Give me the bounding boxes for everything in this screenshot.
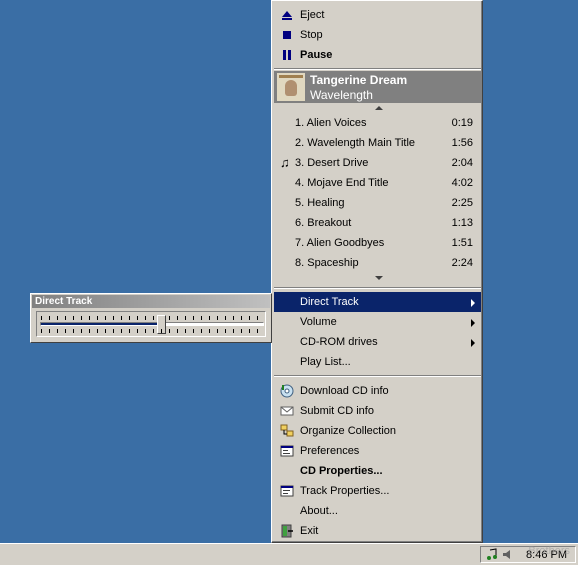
track-name: 2. Wavelength Main Title: [295, 137, 416, 149]
track-item[interactable]: 1. Alien Voices 0:19: [274, 113, 481, 133]
eject-menu-item[interactable]: Eject: [274, 5, 481, 25]
slider-ticks: [41, 316, 263, 320]
track-duration: 1:51: [451, 237, 473, 249]
track-item[interactable]: 6. Breakout 1:13: [274, 213, 481, 233]
track-properties-label: Track Properties...: [300, 485, 390, 497]
track-item[interactable]: 5. Healing 2:25: [274, 193, 481, 213]
cd-properties-label: CD Properties...: [300, 465, 383, 477]
track-duration: 4:02: [451, 177, 473, 189]
playing-note-icon: ♫: [280, 155, 290, 170]
envelope-icon: [280, 406, 294, 416]
scroll-up-icon[interactable]: [375, 106, 383, 110]
download-cd-info-item[interactable]: Download CD info: [274, 381, 481, 401]
album-title: Wavelength: [310, 88, 373, 102]
cd-player-menu: Eject Stop Pause Tangerine Dream Wavelen…: [271, 0, 483, 543]
track-name: 8. Spaceship: [295, 257, 359, 269]
stop-menu-item[interactable]: Stop: [274, 25, 481, 45]
stop-label: Stop: [300, 29, 323, 41]
play-list-menu-item[interactable]: Play List...: [274, 352, 481, 372]
cd-download-icon: [280, 384, 294, 398]
direct-track-title: Direct Track: [32, 295, 270, 308]
track-properties-item[interactable]: Track Properties...: [274, 481, 481, 501]
track-name: 4. Mojave End Title: [295, 177, 389, 189]
submit-cd-info-label: Submit CD info: [300, 405, 374, 417]
slider-fill: [41, 323, 161, 325]
track-item[interactable]: 7. Alien Goodbyes 1:51: [274, 233, 481, 253]
menu-separator: [274, 68, 481, 70]
track-duration: 2:25: [451, 197, 473, 209]
track-duration: 0:19: [451, 117, 473, 129]
exit-icon: [281, 524, 293, 538]
direct-track-submenu[interactable]: Direct Track: [274, 292, 481, 312]
album-art: [277, 73, 305, 101]
slider-ticks: [41, 329, 263, 333]
direct-track-slider[interactable]: [36, 311, 266, 337]
music-note-tray-icon[interactable]: [485, 548, 499, 561]
volume-submenu[interactable]: Volume: [274, 312, 481, 332]
preferences-label: Preferences: [300, 445, 360, 457]
track-name: 1. Alien Voices: [295, 117, 367, 129]
menu-separator: [274, 287, 481, 289]
eject-icon: [282, 11, 292, 20]
speaker-tray-icon[interactable]: [501, 548, 515, 561]
cd-properties-item[interactable]: CD Properties...: [274, 461, 481, 481]
album-artist: Tangerine Dream: [310, 73, 408, 87]
about-label: About...: [300, 505, 338, 517]
submenu-arrow-icon: [471, 299, 475, 307]
watermark: Brothers: [528, 545, 570, 557]
album-header: Tangerine Dream Wavelength: [274, 71, 481, 103]
scroll-down-icon[interactable]: [375, 276, 383, 280]
download-cd-info-label: Download CD info: [300, 385, 389, 397]
menu-separator: [274, 375, 481, 377]
submenu-arrow-icon: [471, 339, 475, 347]
folders-icon: [280, 424, 294, 437]
direct-track-label: Direct Track: [300, 296, 359, 308]
exit-item[interactable]: Exit: [274, 521, 481, 541]
volume-label: Volume: [300, 316, 337, 328]
properties-icon: [280, 485, 294, 497]
organize-collection-item[interactable]: Organize Collection: [274, 421, 481, 441]
cdrom-drives-submenu[interactable]: CD-ROM drives: [274, 332, 481, 352]
submit-cd-info-item[interactable]: Submit CD info: [274, 401, 481, 421]
submenu-arrow-icon: [471, 319, 475, 327]
track-duration: 1:13: [451, 217, 473, 229]
track-name: 6. Breakout: [295, 217, 352, 229]
track-item[interactable]: 2. Wavelength Main Title 1:56: [274, 133, 481, 153]
track-item[interactable]: 8. Spaceship 2:24: [274, 253, 481, 273]
cdrom-drives-label: CD-ROM drives: [300, 336, 378, 348]
play-list-label: Play List...: [300, 356, 351, 368]
track-duration: 1:56: [451, 137, 473, 149]
taskbar: 8:46 PM: [0, 543, 578, 565]
eject-label: Eject: [300, 9, 325, 21]
pause-label: Pause: [300, 49, 333, 61]
direct-track-popup: Direct Track: [30, 293, 272, 343]
organize-collection-label: Organize Collection: [300, 425, 396, 437]
track-item[interactable]: 4. Mojave End Title 4:02: [274, 173, 481, 193]
preferences-item[interactable]: Preferences: [274, 441, 481, 461]
pause-icon: [283, 50, 291, 60]
track-name: 5. Healing: [295, 197, 345, 209]
track-duration: 2:24: [451, 257, 473, 269]
about-item[interactable]: About...: [274, 501, 481, 521]
track-name: 7. Alien Goodbyes: [295, 237, 385, 249]
pause-menu-item[interactable]: Pause: [274, 45, 481, 65]
exit-label: Exit: [300, 525, 319, 537]
track-name: 3. Desert Drive: [295, 157, 369, 169]
track-item-playing[interactable]: ♫ 3. Desert Drive 2:04: [274, 153, 481, 173]
preferences-icon: [280, 445, 294, 457]
track-duration: 2:04: [451, 157, 473, 169]
stop-icon: [283, 31, 291, 39]
